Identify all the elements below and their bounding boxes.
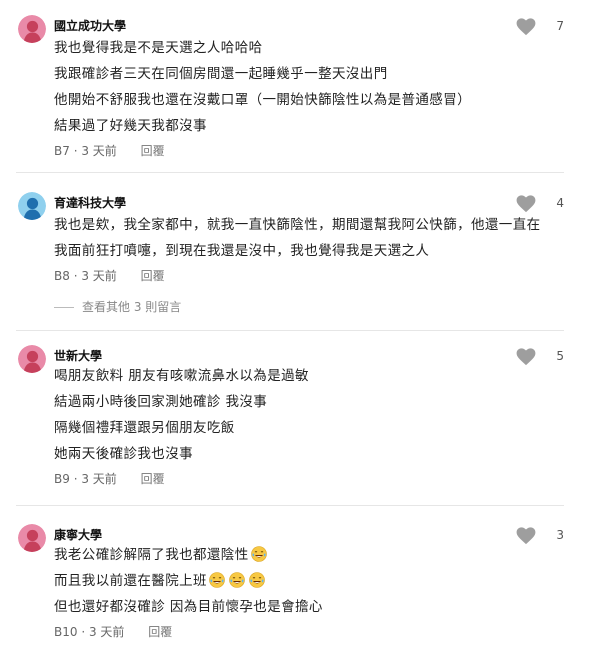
floor-number: B9 bbox=[54, 472, 70, 486]
comment-line: 結果過了好幾天我都沒事 bbox=[54, 118, 207, 134]
comment-line: 我老公確診解隔了我也都還陰性 bbox=[54, 542, 323, 568]
comment-meta: B10 · 3 天前 回覆 bbox=[54, 625, 173, 639]
comment-item: 康寧大學 3 我老公確診解隔了我也都還陰性 而且我以前還在醫院上班 但也還好都沒… bbox=[16, 505, 564, 653]
school-name[interactable]: 育達科技大學 bbox=[54, 194, 126, 211]
laughing-tears-emoji-icon bbox=[209, 571, 225, 588]
comment-meta: B7 · 3 天前 回覆 bbox=[54, 144, 165, 158]
heart-icon[interactable] bbox=[516, 348, 536, 370]
timestamp: 3 天前 bbox=[81, 472, 117, 486]
like-button[interactable]: 4 bbox=[516, 194, 564, 214]
floor-number: B10 bbox=[54, 625, 78, 639]
comment-line: 他開始不舒服我也還在沒戴口罩（一開始快篩陰性以為是普通感冒） bbox=[54, 92, 471, 108]
comment-line: 我也是欸，我全家都中，就我一直快篩陰性，期間還幫我阿公快篩，他還一直在 bbox=[54, 217, 541, 233]
like-button[interactable]: 3 bbox=[516, 526, 564, 546]
divider-dash bbox=[54, 307, 74, 308]
avatar[interactable] bbox=[18, 524, 46, 552]
comment-item: 世新大學 5 喝朋友飲料 朋友有咳嗽流鼻水以為是過敏 結過兩小時後回家測她確診 … bbox=[16, 330, 564, 506]
school-name[interactable]: 世新大學 bbox=[54, 347, 102, 364]
comment-line-text: 而且我以前還在醫院上班 bbox=[54, 573, 207, 589]
like-count: 3 bbox=[556, 528, 564, 542]
floor-number: B7 bbox=[54, 144, 70, 158]
reply-button[interactable]: 回覆 bbox=[141, 144, 165, 158]
view-more-replies-link[interactable]: 查看其他 3 則留言 bbox=[54, 298, 181, 315]
like-button[interactable]: 7 bbox=[516, 17, 564, 37]
comment-body: 我也是欸，我全家都中，就我一直快篩陰性，期間還幫我阿公快篩，他還一直在 我面前狂… bbox=[54, 212, 541, 264]
comment-item: 國立成功大學 7 我也覺得我是不是天選之人哈哈哈 我跟確診者三天在同個房間還一起… bbox=[16, 0, 564, 173]
laughing-tears-emoji-icon bbox=[249, 571, 265, 588]
comment-line: 喝朋友飲料 朋友有咳嗽流鼻水以為是過敏 bbox=[54, 368, 309, 384]
comment-line: 而且我以前還在醫院上班 bbox=[54, 568, 323, 594]
comment-line: 結過兩小時後回家測她確診 我沒事 bbox=[54, 394, 268, 410]
like-count: 7 bbox=[556, 19, 564, 33]
comment-line: 隔幾個禮拜還跟另個朋友吃飯 bbox=[54, 420, 235, 436]
comment-body: 我老公確診解隔了我也都還陰性 而且我以前還在醫院上班 但也還好都沒確診 因為目前… bbox=[54, 542, 323, 620]
floor-number: B8 bbox=[54, 269, 70, 283]
comment-line: 她兩天後確診我也沒事 bbox=[54, 446, 193, 462]
comment-item: 育達科技大學 4 我也是欸，我全家都中，就我一直快篩陰性，期間還幫我阿公快篩，他… bbox=[16, 172, 564, 331]
comment-line: 我也覺得我是不是天選之人哈哈哈 bbox=[54, 40, 263, 56]
more-replies-label: 查看其他 3 則留言 bbox=[82, 300, 182, 314]
laughing-tears-emoji-icon bbox=[250, 545, 267, 562]
like-count: 4 bbox=[556, 196, 564, 210]
heart-icon[interactable] bbox=[516, 527, 536, 549]
comment-line-text: 但也還好都沒確診 因為目前懷孕也是會擔心 bbox=[54, 599, 323, 615]
comment-meta: B9 · 3 天前 回覆 bbox=[54, 472, 165, 486]
comment-line: 我跟確診者三天在同個房間還一起睡幾乎一整天沒出門 bbox=[54, 66, 388, 82]
comment-body: 喝朋友飲料 朋友有咳嗽流鼻水以為是過敏 結過兩小時後回家測她確診 我沒事 隔幾個… bbox=[54, 363, 309, 467]
school-name[interactable]: 國立成功大學 bbox=[54, 17, 126, 34]
comment-line: 我面前狂打噴嚏，到現在我還是沒中，我也覺得我是天選之人 bbox=[54, 243, 430, 259]
comment-line: 但也還好都沒確診 因為目前懷孕也是會擔心 bbox=[54, 594, 323, 620]
laughing-tears-emoji-icon bbox=[229, 571, 245, 588]
timestamp: 3 天前 bbox=[81, 269, 117, 283]
like-button[interactable]: 5 bbox=[516, 347, 564, 367]
like-count: 5 bbox=[556, 349, 564, 363]
reply-button[interactable]: 回覆 bbox=[141, 472, 165, 486]
reply-button[interactable]: 回覆 bbox=[141, 269, 165, 283]
avatar[interactable] bbox=[18, 192, 46, 220]
avatar[interactable] bbox=[18, 345, 46, 373]
comment-meta: B8 · 3 天前 回覆 bbox=[54, 269, 165, 283]
timestamp: 3 天前 bbox=[81, 144, 117, 158]
timestamp: 3 天前 bbox=[88, 625, 125, 639]
reply-button[interactable]: 回覆 bbox=[148, 625, 172, 639]
school-name[interactable]: 康寧大學 bbox=[54, 526, 102, 543]
heart-icon[interactable] bbox=[516, 18, 536, 40]
comment-body: 我也覺得我是不是天選之人哈哈哈 我跟確診者三天在同個房間還一起睡幾乎一整天沒出門… bbox=[54, 35, 471, 139]
avatar[interactable] bbox=[18, 15, 46, 43]
comment-line-text: 我老公確診解隔了我也都還陰性 bbox=[54, 547, 249, 563]
